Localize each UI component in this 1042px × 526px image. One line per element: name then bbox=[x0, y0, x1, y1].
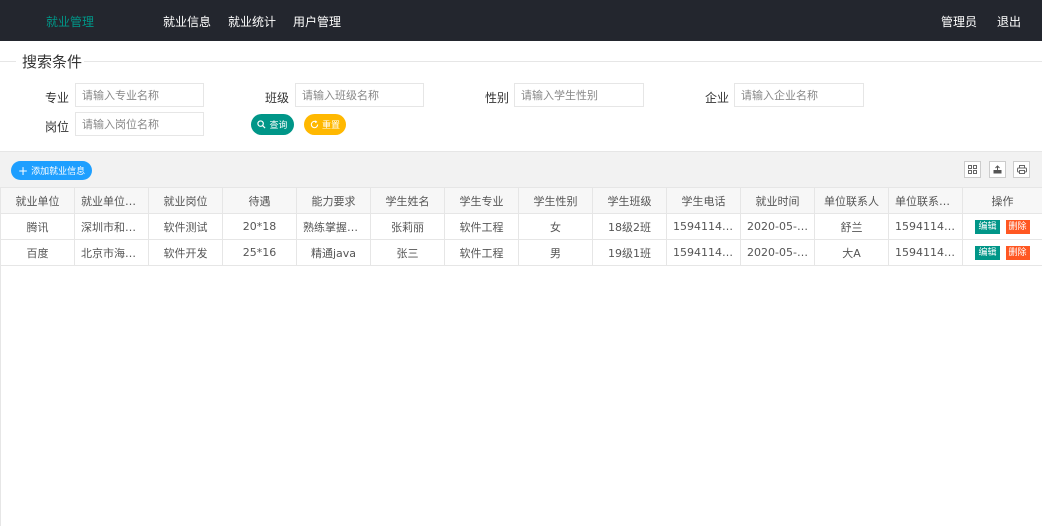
table-cell: 软件测试 bbox=[148, 213, 223, 240]
col-header-company[interactable]: 就业单位 bbox=[0, 187, 75, 214]
add-employment-button[interactable]: + 添加就业信息 bbox=[11, 161, 93, 180]
nav-admin-user[interactable]: 管理员 bbox=[941, 13, 977, 30]
nav-employment-info[interactable]: 就业信息 bbox=[163, 13, 211, 30]
fieldset-border-right bbox=[82, 61, 1042, 62]
col-header-student-major[interactable]: 学生专业 bbox=[444, 187, 519, 214]
table-toolbar: + 添加就业信息 bbox=[0, 151, 1042, 189]
fieldset-border-left bbox=[0, 61, 16, 62]
search-icon bbox=[257, 120, 266, 129]
top-navbar: 就业管理 就业信息 就业统计 用户管理 管理员 退出 bbox=[0, 0, 1042, 41]
gender-label: 性别 bbox=[485, 91, 510, 105]
gender-input[interactable] bbox=[514, 83, 644, 107]
col-header-skills[interactable]: 能力要求 bbox=[296, 187, 371, 214]
table-cell: 张莉丽 bbox=[370, 213, 445, 240]
col-header-student-name[interactable]: 学生姓名 bbox=[370, 187, 445, 214]
table-cell: 腾讯 bbox=[0, 213, 75, 240]
nav-employment-stats[interactable]: 就业统计 bbox=[228, 13, 276, 30]
table-row[interactable]: 百度 北京市海淀区 软件开发 25*16 精通java 张三 软件工程 男 19… bbox=[0, 239, 1042, 266]
col-header-actions: 操作 bbox=[962, 187, 1042, 214]
col-header-company-address[interactable]: 就业单位地址 bbox=[74, 187, 149, 214]
brand-logo[interactable]: 就业管理 bbox=[46, 13, 94, 30]
table-cell: 男 bbox=[518, 239, 593, 266]
query-button-label: 查询 bbox=[269, 120, 288, 130]
table-frame-border bbox=[0, 266, 1, 526]
col-header-student-class[interactable]: 学生班级 bbox=[592, 187, 667, 214]
col-header-student-phone[interactable]: 学生电话 bbox=[666, 187, 741, 214]
position-input[interactable] bbox=[75, 112, 204, 136]
employment-table: 就业单位 就业单位地址 就业岗位 待遇 能力要求 学生姓名 学生专业 学生性别 … bbox=[0, 187, 1042, 266]
table-cell: 北京市海淀区 bbox=[74, 239, 149, 266]
export-icon[interactable] bbox=[989, 161, 1006, 178]
col-header-job[interactable]: 就业岗位 bbox=[148, 187, 223, 214]
edit-button[interactable]: 编辑 bbox=[975, 220, 1000, 234]
table-cell: 15941140000 bbox=[666, 213, 741, 240]
columns-icon[interactable] bbox=[964, 161, 981, 178]
table-cell: 百度 bbox=[0, 239, 75, 266]
plus-icon: + bbox=[18, 163, 29, 178]
major-input[interactable] bbox=[75, 83, 204, 107]
delete-button[interactable]: 删除 bbox=[1005, 246, 1030, 260]
delete-button[interactable]: 删除 bbox=[1005, 220, 1030, 234]
search-legend: 搜索条件 bbox=[20, 51, 85, 72]
table-cell: 25*16 bbox=[222, 239, 297, 266]
table-cell: 舒兰 bbox=[814, 213, 889, 240]
table-cell: 15941140000 bbox=[666, 239, 741, 266]
company-label: 企业 bbox=[705, 91, 730, 105]
table-cell: 女 bbox=[518, 213, 593, 240]
col-header-student-gender[interactable]: 学生性别 bbox=[518, 187, 593, 214]
table-cell: 熟练掌握测试 bbox=[296, 213, 371, 240]
query-button[interactable]: 查询 bbox=[251, 114, 294, 135]
logout-link[interactable]: 退出 bbox=[997, 13, 1021, 30]
table-cell: 19级1班 bbox=[592, 239, 667, 266]
table-cell: 精通java bbox=[296, 239, 371, 266]
col-header-contact-phone[interactable]: 单位联系电话 bbox=[888, 187, 963, 214]
table-cell: 15941140000 bbox=[888, 239, 963, 266]
class-label: 班级 bbox=[265, 91, 290, 105]
col-header-salary[interactable]: 待遇 bbox=[222, 187, 297, 214]
table-cell: 20*18 bbox=[222, 213, 297, 240]
major-label: 专业 bbox=[45, 91, 70, 105]
table-cell: 大A bbox=[814, 239, 889, 266]
col-header-contact-person[interactable]: 单位联系人 bbox=[814, 187, 889, 214]
class-input[interactable] bbox=[295, 83, 424, 107]
table-header-row: 就业单位 就业单位地址 就业岗位 待遇 能力要求 学生姓名 学生专业 学生性别 … bbox=[0, 187, 1042, 214]
company-input[interactable] bbox=[734, 83, 864, 107]
table-cell: 软件工程 bbox=[444, 239, 519, 266]
table-cell: 2020-05-20 bbox=[740, 239, 815, 266]
table-cell: 2020-05-19 bbox=[740, 213, 815, 240]
table-row[interactable]: 腾讯 深圳市和平区 软件测试 20*18 熟练掌握测试 张莉丽 软件工程 女 1… bbox=[0, 213, 1042, 240]
actions-cell: 编辑 删除 bbox=[962, 213, 1042, 240]
nav-user-management[interactable]: 用户管理 bbox=[293, 13, 341, 30]
table-cell: 18级2班 bbox=[592, 213, 667, 240]
reset-button[interactable]: 重置 bbox=[304, 114, 346, 135]
position-label: 岗位 bbox=[45, 120, 70, 134]
col-header-employment-date[interactable]: 就业时间 bbox=[740, 187, 815, 214]
table-cell: 深圳市和平区 bbox=[74, 213, 149, 240]
actions-cell: 编辑 删除 bbox=[962, 239, 1042, 266]
table-cell: 软件工程 bbox=[444, 213, 519, 240]
print-icon[interactable] bbox=[1013, 161, 1030, 178]
refresh-icon bbox=[310, 120, 319, 129]
edit-button[interactable]: 编辑 bbox=[975, 246, 1000, 260]
add-employment-label: 添加就业信息 bbox=[31, 167, 86, 177]
reset-button-label: 重置 bbox=[321, 120, 340, 130]
table-cell: 软件开发 bbox=[148, 239, 223, 266]
table-cell: 15941140000 bbox=[888, 213, 963, 240]
table-cell: 张三 bbox=[370, 239, 445, 266]
